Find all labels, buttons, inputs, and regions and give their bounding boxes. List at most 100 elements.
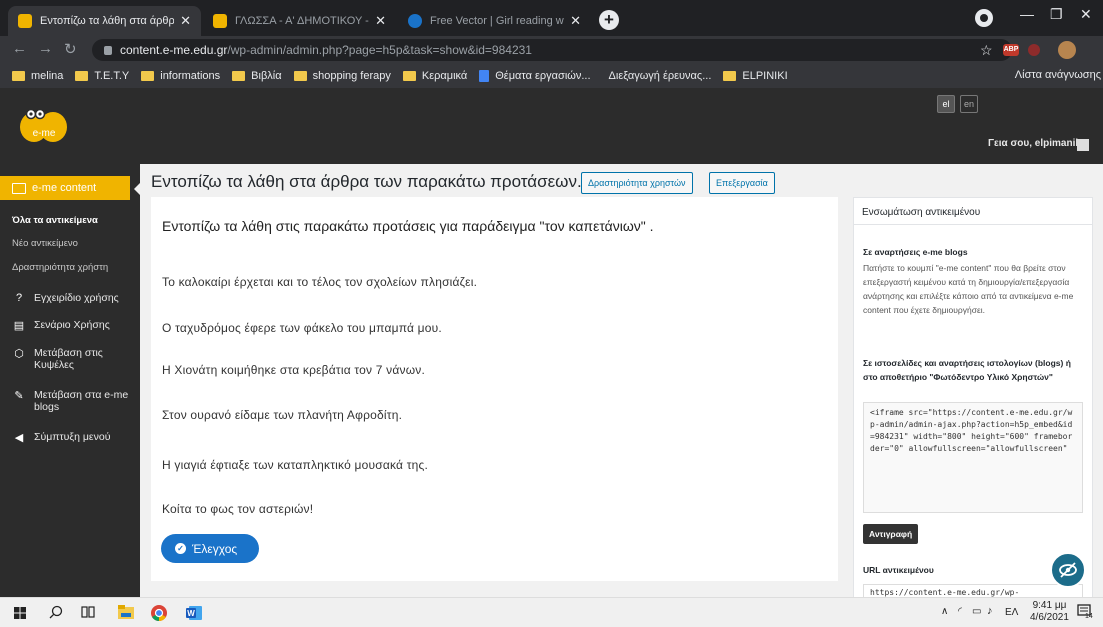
search-icon[interactable] [49, 605, 63, 619]
language-el-button[interactable]: el [937, 95, 955, 113]
windows-start-icon[interactable] [14, 607, 26, 619]
bookmark-item[interactable]: shopping ferapy [293, 70, 391, 82]
close-tab-icon[interactable]: ✕ [375, 13, 386, 29]
forward-arrow-icon[interactable]: → [38, 40, 53, 57]
folder-icon [293, 71, 307, 81]
clock-date: 4/6/2021 [1030, 612, 1069, 623]
volume-icon[interactable]: ♪ [987, 605, 993, 617]
activity-sentence[interactable]: Η Χιονάτη κοιμήθηκε στα κρεβάτια τον 7 ν… [162, 363, 425, 377]
sidebar-item-e-me-content[interactable]: e-me content [0, 176, 140, 200]
windows-taskbar: W ∧ ◜ ▭ ♪ ΕΛ 9:41 μμ 4/6/2021 14 [0, 597, 1103, 627]
lock-icon [104, 46, 112, 55]
bookmarks-bar: melina T.E.T.Y informations Βιβλία shopp… [0, 64, 1103, 88]
copy-button[interactable]: Αντιγραφή [863, 524, 919, 544]
sidebar-subitem-user-activity[interactable]: Δραστηριότητα χρήστη [12, 262, 108, 273]
blogs-section-text: Πατήστε το κουμπί "e-me content" που θα … [863, 263, 1074, 315]
activity-sentence[interactable]: Ο ταχυδρόμος έφερε των φάκελο του μπαμπά… [162, 321, 442, 335]
back-arrow-icon[interactable]: ← [12, 40, 27, 57]
word-icon[interactable]: W [186, 605, 202, 621]
browser-tab-active[interactable]: Εντοπίζω τα λάθη στα άρθρα τ ✕ [8, 6, 201, 36]
bookmark-star-icon[interactable]: ☆ [980, 42, 993, 59]
sidebar-subitem-all-objects[interactable]: Όλα τα αντικείμενα [12, 215, 98, 226]
folder-icon [75, 71, 89, 81]
bookmark-item[interactable]: T.E.T.Y [75, 70, 129, 82]
clock-time: 9:41 μμ [1032, 600, 1067, 611]
help-circle-icon: ? [15, 292, 23, 304]
minimize-icon[interactable]: — [1020, 6, 1034, 22]
new-tab-button[interactable]: + [599, 10, 619, 30]
bookmark-item[interactable]: Διεξαγωγή έρευνας... [603, 70, 712, 82]
reload-icon[interactable]: ↻ [64, 40, 77, 58]
profile-icon[interactable] [975, 9, 993, 27]
tab-title: ΓΛΩΣΣΑ - Α' ΔΗΜΟΤΙΚΟΥ - ΕΙΔΙΚ [235, 15, 369, 27]
pen-icon: ✎ [14, 390, 24, 402]
file-explorer-icon[interactable] [118, 605, 134, 619]
address-bar[interactable]: content.e-me.edu.gr/wp-admin/admin.php?p… [92, 39, 1012, 61]
close-tab-icon[interactable]: ✕ [570, 13, 581, 29]
embed-panel: Ενσωμάτωση αντικειμένου Σε αναρτήσεις e-… [853, 197, 1093, 601]
adblock-extension-icon[interactable]: ABP [1003, 44, 1019, 56]
tab-title: Free Vector | Girl reading while w [430, 15, 564, 27]
user-activity-button[interactable]: Δραστηριότητα χρηστών [581, 172, 693, 194]
chevron-up-icon[interactable]: ∧ [941, 606, 948, 617]
close-window-icon[interactable]: ✕ [1080, 6, 1092, 23]
bookmark-item[interactable]: Θέματα εργασιών... [479, 70, 591, 82]
activity-sentence[interactable]: Η γιαγιά έφτιαξε των καταπληκτικό μουσακ… [162, 458, 428, 472]
user-greeting[interactable]: Γεια σου, elpimanika [988, 138, 1086, 149]
language-en-button[interactable]: en [960, 95, 978, 113]
url-path: /wp-admin/admin.php?page=h5p&task=show&i… [227, 43, 532, 57]
folder-icon [141, 71, 155, 81]
admin-top-bar: e-me el en Γεια σου, elpimanika [0, 88, 1103, 164]
sidebar-item-collapse[interactable]: ◀ Σύμπτυξη μενού [12, 431, 111, 444]
sidebar-item-label: e-me content [32, 182, 97, 194]
check-button[interactable]: ✓ Έλεγχος [161, 534, 259, 563]
browser-tab[interactable]: Free Vector | Girl reading while w ✕ [398, 6, 591, 36]
activity-instruction: Εντοπίζω τα λάθη στις παρακάτω προτάσεις… [162, 218, 654, 234]
freepik-favicon-icon [408, 14, 422, 28]
task-view-icon[interactable] [81, 605, 95, 619]
folder-icon [402, 71, 416, 81]
edit-button[interactable]: Επεξεργασία [709, 172, 775, 194]
logo-text: e-me [33, 128, 56, 139]
eye-slash-icon [1059, 562, 1077, 578]
activity-sentence[interactable]: Κοίτα το φως τον αστεριών! [162, 502, 313, 516]
admin-sidebar: e-me content Όλα τα αντικείμενα Νέο αντι… [0, 164, 140, 597]
bookmark-item[interactable]: informations [141, 70, 220, 82]
sidebar-item-blogs[interactable]: ✎ Μετάβαση στα e-me blogs [12, 389, 132, 413]
e-me-favicon-icon [213, 14, 227, 28]
sidebar-item-hives[interactable]: ⬡ Μετάβαση στις Κυψέλες [12, 347, 132, 371]
keyboard-language[interactable]: ΕΛ [1005, 607, 1018, 618]
extension-icon[interactable] [1028, 44, 1040, 56]
sidebar-subitem-new-object[interactable]: Νέο αντικείμενο [12, 238, 78, 249]
content-icon [12, 182, 26, 194]
embed-code-textarea[interactable]: <iframe src="https://content.e-me.edu.gr… [863, 402, 1083, 513]
reading-list-link[interactable]: Λίστα ανάγνωσης [1015, 69, 1101, 81]
bookmark-item[interactable]: melina [12, 70, 63, 82]
browser-tab[interactable]: ΓΛΩΣΣΑ - Α' ΔΗΜΟΤΙΚΟΥ - ΕΙΔΙΚ ✕ [203, 6, 396, 36]
e-me-logo[interactable]: e-me [17, 103, 71, 147]
document-icon: ▤ [13, 320, 25, 332]
activity-sentence[interactable]: Το καλοκαίρι έρχεται και το τέλος τον σχ… [162, 275, 477, 289]
embed-panel-heading: Ενσωμάτωση αντικειμένου [854, 198, 1092, 225]
sidebar-item-manual[interactable]: ? Εγχειρίδιο χρήσης [12, 292, 119, 304]
e-me-favicon-icon [18, 14, 32, 28]
sites-section-title: Σε ιστοσελίδες και αναρτήσεις ιστολογίων… [863, 358, 1071, 382]
activity-sentence[interactable]: Στον ουρανό είδαμε των πλανήτη Αφροδίτη. [162, 408, 402, 422]
collapse-arrow-icon: ◀ [14, 432, 24, 444]
system-clock[interactable]: 9:41 μμ 4/6/2021 [1030, 600, 1069, 624]
battery-icon[interactable]: ▭ [972, 606, 981, 617]
bookmark-item[interactable]: ELPINIKI [723, 70, 788, 82]
browser-toolbar: ← → ↻ content.e-me.edu.gr/wp-admin/admin… [0, 36, 1103, 64]
accessibility-toggle-button[interactable] [1050, 552, 1086, 588]
network-icon[interactable]: ◜ [958, 606, 962, 617]
hexagon-icon: ⬡ [14, 348, 24, 360]
sidebar-item-scenario[interactable]: ▤ Σενάριο Χρήσης [12, 319, 110, 332]
profile-avatar[interactable] [1058, 41, 1076, 59]
avatar[interactable] [1077, 139, 1089, 151]
chrome-icon[interactable] [151, 605, 167, 621]
maximize-icon[interactable]: ❐ [1050, 6, 1063, 23]
bookmark-item[interactable]: Κεραμικά [402, 70, 467, 82]
close-tab-icon[interactable]: ✕ [180, 13, 191, 29]
blogs-section-title: Σε αναρτήσεις e-me blogs [863, 247, 968, 257]
bookmark-item[interactable]: Βιβλία [232, 70, 282, 82]
